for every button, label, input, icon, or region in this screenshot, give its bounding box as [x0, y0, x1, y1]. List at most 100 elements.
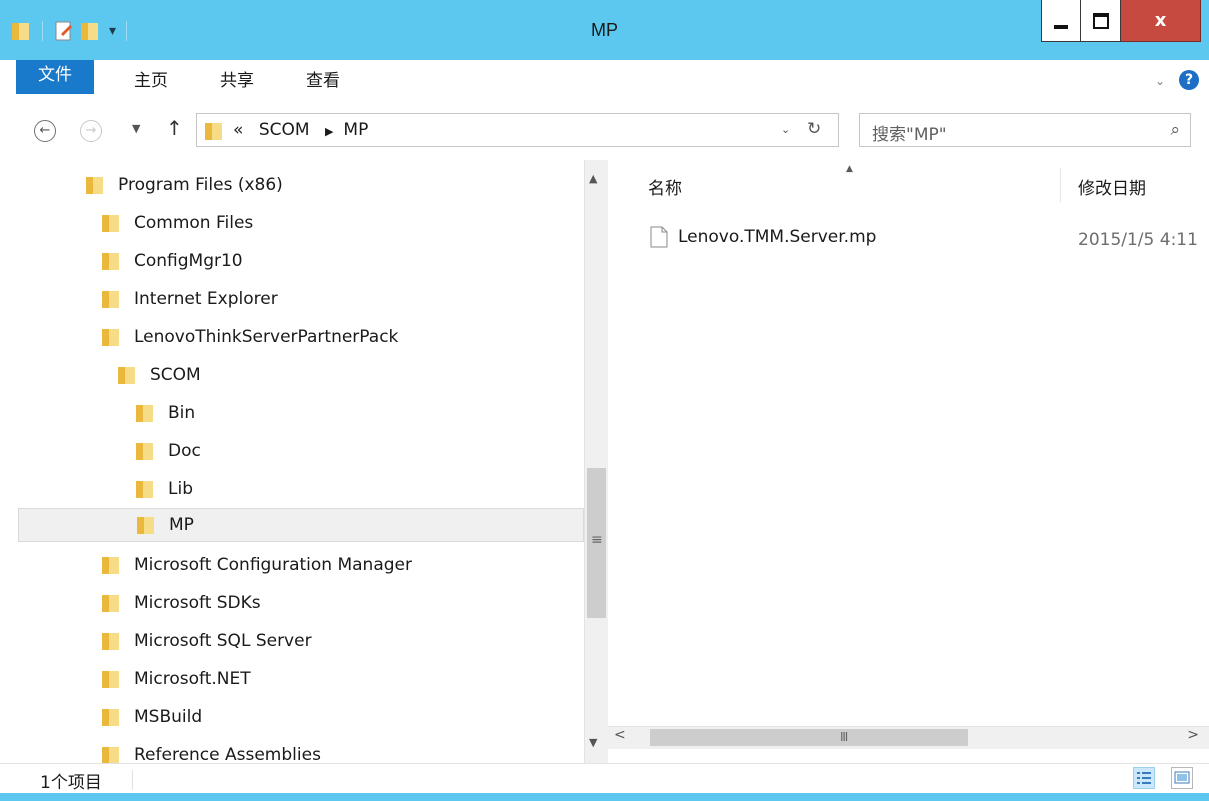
- scroll-right-icon[interactable]: >: [1187, 727, 1199, 743]
- tree-item[interactable]: Program Files (x86): [84, 168, 283, 202]
- search-input[interactable]: 搜索"MP" ⌕: [859, 113, 1191, 147]
- tree-item-label: Doc: [168, 441, 201, 461]
- tree-item-label: Microsoft SQL Server: [134, 631, 312, 651]
- tree-item-label: Common Files: [134, 213, 254, 233]
- help-icon[interactable]: ?: [1179, 70, 1199, 90]
- window-title: MP: [591, 20, 618, 40]
- tree-item-selected[interactable]: MP: [18, 508, 584, 542]
- status-separator: [132, 770, 133, 790]
- folder-icon: [102, 633, 119, 650]
- tree-item[interactable]: MSBuild: [100, 700, 202, 734]
- file-list-horizontal-scrollbar[interactable]: < Ⅲ >: [608, 726, 1209, 749]
- column-header-modified[interactable]: 修改日期: [1078, 174, 1146, 199]
- breadcrumb-item-mp[interactable]: MP: [343, 120, 368, 140]
- tree-item[interactable]: Reference Assemblies: [100, 738, 321, 763]
- tab-home[interactable]: 主页: [134, 60, 168, 102]
- recent-locations-icon[interactable]: ▼: [132, 122, 140, 135]
- tree-item[interactable]: SCOM: [116, 358, 201, 392]
- folder-icon: [102, 291, 119, 308]
- tree-item[interactable]: Lib: [134, 472, 193, 506]
- address-bar[interactable]: « SCOM ▶ MP ⌄ ↻: [196, 113, 839, 147]
- tree-item-label: Microsoft.NET: [134, 669, 251, 689]
- scrollbar-thumb[interactable]: Ⅲ: [650, 729, 968, 746]
- tree-item-label: Program Files (x86): [118, 175, 283, 195]
- tree-item[interactable]: LenovoThinkServerPartnerPack: [100, 320, 398, 354]
- tree-item[interactable]: Bin: [134, 396, 195, 430]
- address-row: ← → ▼ ↑ « SCOM ▶ MP ⌄ ↻ 搜索"MP" ⌕: [0, 102, 1209, 161]
- tree-item-label: MP: [169, 515, 194, 535]
- folder-icon: [102, 671, 119, 688]
- tree-item[interactable]: Doc: [134, 434, 201, 468]
- scroll-up-icon[interactable]: ▲: [589, 172, 597, 185]
- file-row[interactable]: Lenovo.TMM.Server.mp: [650, 222, 876, 252]
- minimize-button[interactable]: [1041, 0, 1081, 42]
- refresh-icon[interactable]: ↻: [807, 119, 821, 139]
- breadcrumb-separator-icon[interactable]: ▶: [325, 125, 333, 138]
- minimize-icon: [1054, 24, 1068, 29]
- tree-item[interactable]: Microsoft Configuration Manager: [100, 548, 412, 582]
- search-icon[interactable]: ⌕: [1170, 120, 1180, 140]
- tab-view[interactable]: 查看: [306, 60, 340, 102]
- details-view-button[interactable]: [1133, 767, 1155, 789]
- breadcrumb-overflow[interactable]: «: [233, 120, 243, 140]
- folder-icon: [136, 405, 153, 422]
- navigation-pane: Program Files (x86) Common Files ConfigM…: [0, 160, 608, 763]
- tree-item-label: Reference Assemblies: [134, 745, 321, 763]
- expand-ribbon-icon[interactable]: ⌄: [1155, 74, 1165, 88]
- folder-icon: [102, 253, 119, 270]
- breadcrumb-item-scom[interactable]: SCOM: [259, 120, 310, 140]
- scroll-grip-icon: ≡: [591, 532, 603, 548]
- tree-item-label: Microsoft SDKs: [134, 593, 261, 613]
- tree-item-label: Internet Explorer: [134, 289, 278, 309]
- search-placeholder: 搜索"MP": [872, 125, 947, 145]
- folder-icon: [102, 215, 119, 232]
- tab-share[interactable]: 共享: [220, 60, 254, 102]
- tree-item[interactable]: Microsoft SQL Server: [100, 624, 312, 658]
- forward-button[interactable]: →: [80, 120, 102, 142]
- tree-item[interactable]: Microsoft SDKs: [100, 586, 261, 620]
- folder-icon: [102, 595, 119, 612]
- address-dropdown-icon[interactable]: ⌄: [781, 123, 790, 136]
- scroll-left-icon[interactable]: <: [614, 727, 626, 743]
- back-button[interactable]: ←: [34, 120, 56, 142]
- tab-file[interactable]: 文件: [16, 60, 94, 94]
- item-count: 1个项目: [40, 773, 102, 793]
- tree-item-label: LenovoThinkServerPartnerPack: [134, 327, 399, 347]
- maximize-button[interactable]: [1081, 0, 1121, 42]
- breadcrumb: « SCOM ▶ MP: [233, 120, 368, 140]
- tree-item-label: SCOM: [150, 365, 201, 385]
- close-button[interactable]: x: [1121, 0, 1201, 42]
- details-view-icon: [1137, 772, 1151, 784]
- folder-icon: [86, 177, 103, 194]
- large-icons-view-button[interactable]: [1171, 767, 1193, 789]
- folder-icon: [102, 329, 119, 346]
- file-icon: [650, 226, 668, 248]
- tree-item[interactable]: Common Files: [100, 206, 253, 240]
- folder-icon: [136, 443, 153, 460]
- folder-icon: [205, 123, 222, 140]
- folder-icon: [102, 557, 119, 574]
- window-controls: x: [1041, 0, 1201, 42]
- tree-item-label: Bin: [168, 403, 196, 423]
- column-divider[interactable]: [1060, 168, 1061, 202]
- up-button[interactable]: ↑: [166, 116, 183, 140]
- folder-icon: [137, 517, 154, 534]
- scroll-grip-icon: Ⅲ: [840, 730, 849, 744]
- explorer-window: ▾ MP x 文件 主页 共享 查看 ⌄ ? ← → ▼ ↑ « SCOM ▶ M…: [0, 0, 1209, 801]
- tree-item[interactable]: Internet Explorer: [100, 282, 278, 316]
- file-name: Lenovo.TMM.Server.mp: [678, 227, 877, 247]
- sort-ascending-icon: ▲: [846, 164, 853, 174]
- tree-item-label: ConfigMgr10: [134, 251, 243, 271]
- folder-icon: [102, 709, 119, 726]
- file-list-pane: ▲ 名称 修改日期 Lenovo.TMM.Server.mp 2015/1/5 …: [608, 160, 1209, 763]
- folder-icon: [102, 747, 119, 763]
- window-bottom-border: [0, 793, 1209, 801]
- tree-item[interactable]: ConfigMgr10: [100, 244, 243, 278]
- column-header-name[interactable]: 名称: [648, 174, 682, 199]
- tree-item-label: Microsoft Configuration Manager: [134, 555, 412, 575]
- navigation-vertical-scrollbar[interactable]: ▲ ≡ ▼: [584, 160, 608, 763]
- scroll-down-icon[interactable]: ▼: [589, 736, 597, 749]
- large-icons-view-icon: [1174, 771, 1190, 784]
- folder-icon: [118, 367, 135, 384]
- tree-item[interactable]: Microsoft.NET: [100, 662, 251, 696]
